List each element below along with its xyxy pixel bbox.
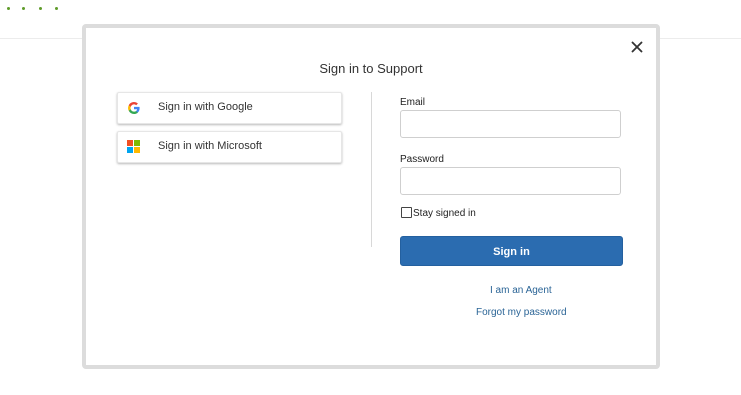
loading-dot — [7, 7, 10, 10]
vertical-divider — [371, 92, 372, 247]
page: Sign in to Support Sign in with Google S… — [0, 0, 741, 395]
stay-signed-in-checkbox[interactable] — [401, 207, 412, 218]
loading-dot — [55, 7, 58, 10]
google-g-icon — [127, 101, 141, 115]
stay-signed-in-label[interactable]: Stay signed in — [413, 208, 476, 219]
sign-in-microsoft-button[interactable]: Sign in with Microsoft — [117, 131, 342, 163]
loading-dot — [22, 7, 25, 10]
sign-in-microsoft-label: Sign in with Microsoft — [158, 140, 262, 152]
sign-in-button[interactable]: Sign in — [400, 236, 623, 266]
email-field[interactable] — [400, 110, 621, 138]
sign-in-google-label: Sign in with Google — [158, 101, 253, 113]
modal-title: Sign in to Support — [319, 61, 423, 76]
microsoft-logo-icon — [127, 140, 141, 154]
forgot-password-link[interactable]: Forgot my password — [476, 307, 567, 318]
loading-dot — [39, 7, 42, 10]
agent-link[interactable]: I am an Agent — [490, 285, 552, 296]
password-field[interactable] — [400, 167, 621, 195]
email-label: Email — [400, 97, 426, 108]
sign-in-google-button[interactable]: Sign in with Google — [117, 92, 342, 124]
close-icon — [631, 41, 643, 53]
password-label: Password — [400, 154, 444, 165]
sign-in-modal: Sign in to Support Sign in with Google S… — [82, 24, 660, 369]
close-button[interactable] — [631, 41, 645, 55]
